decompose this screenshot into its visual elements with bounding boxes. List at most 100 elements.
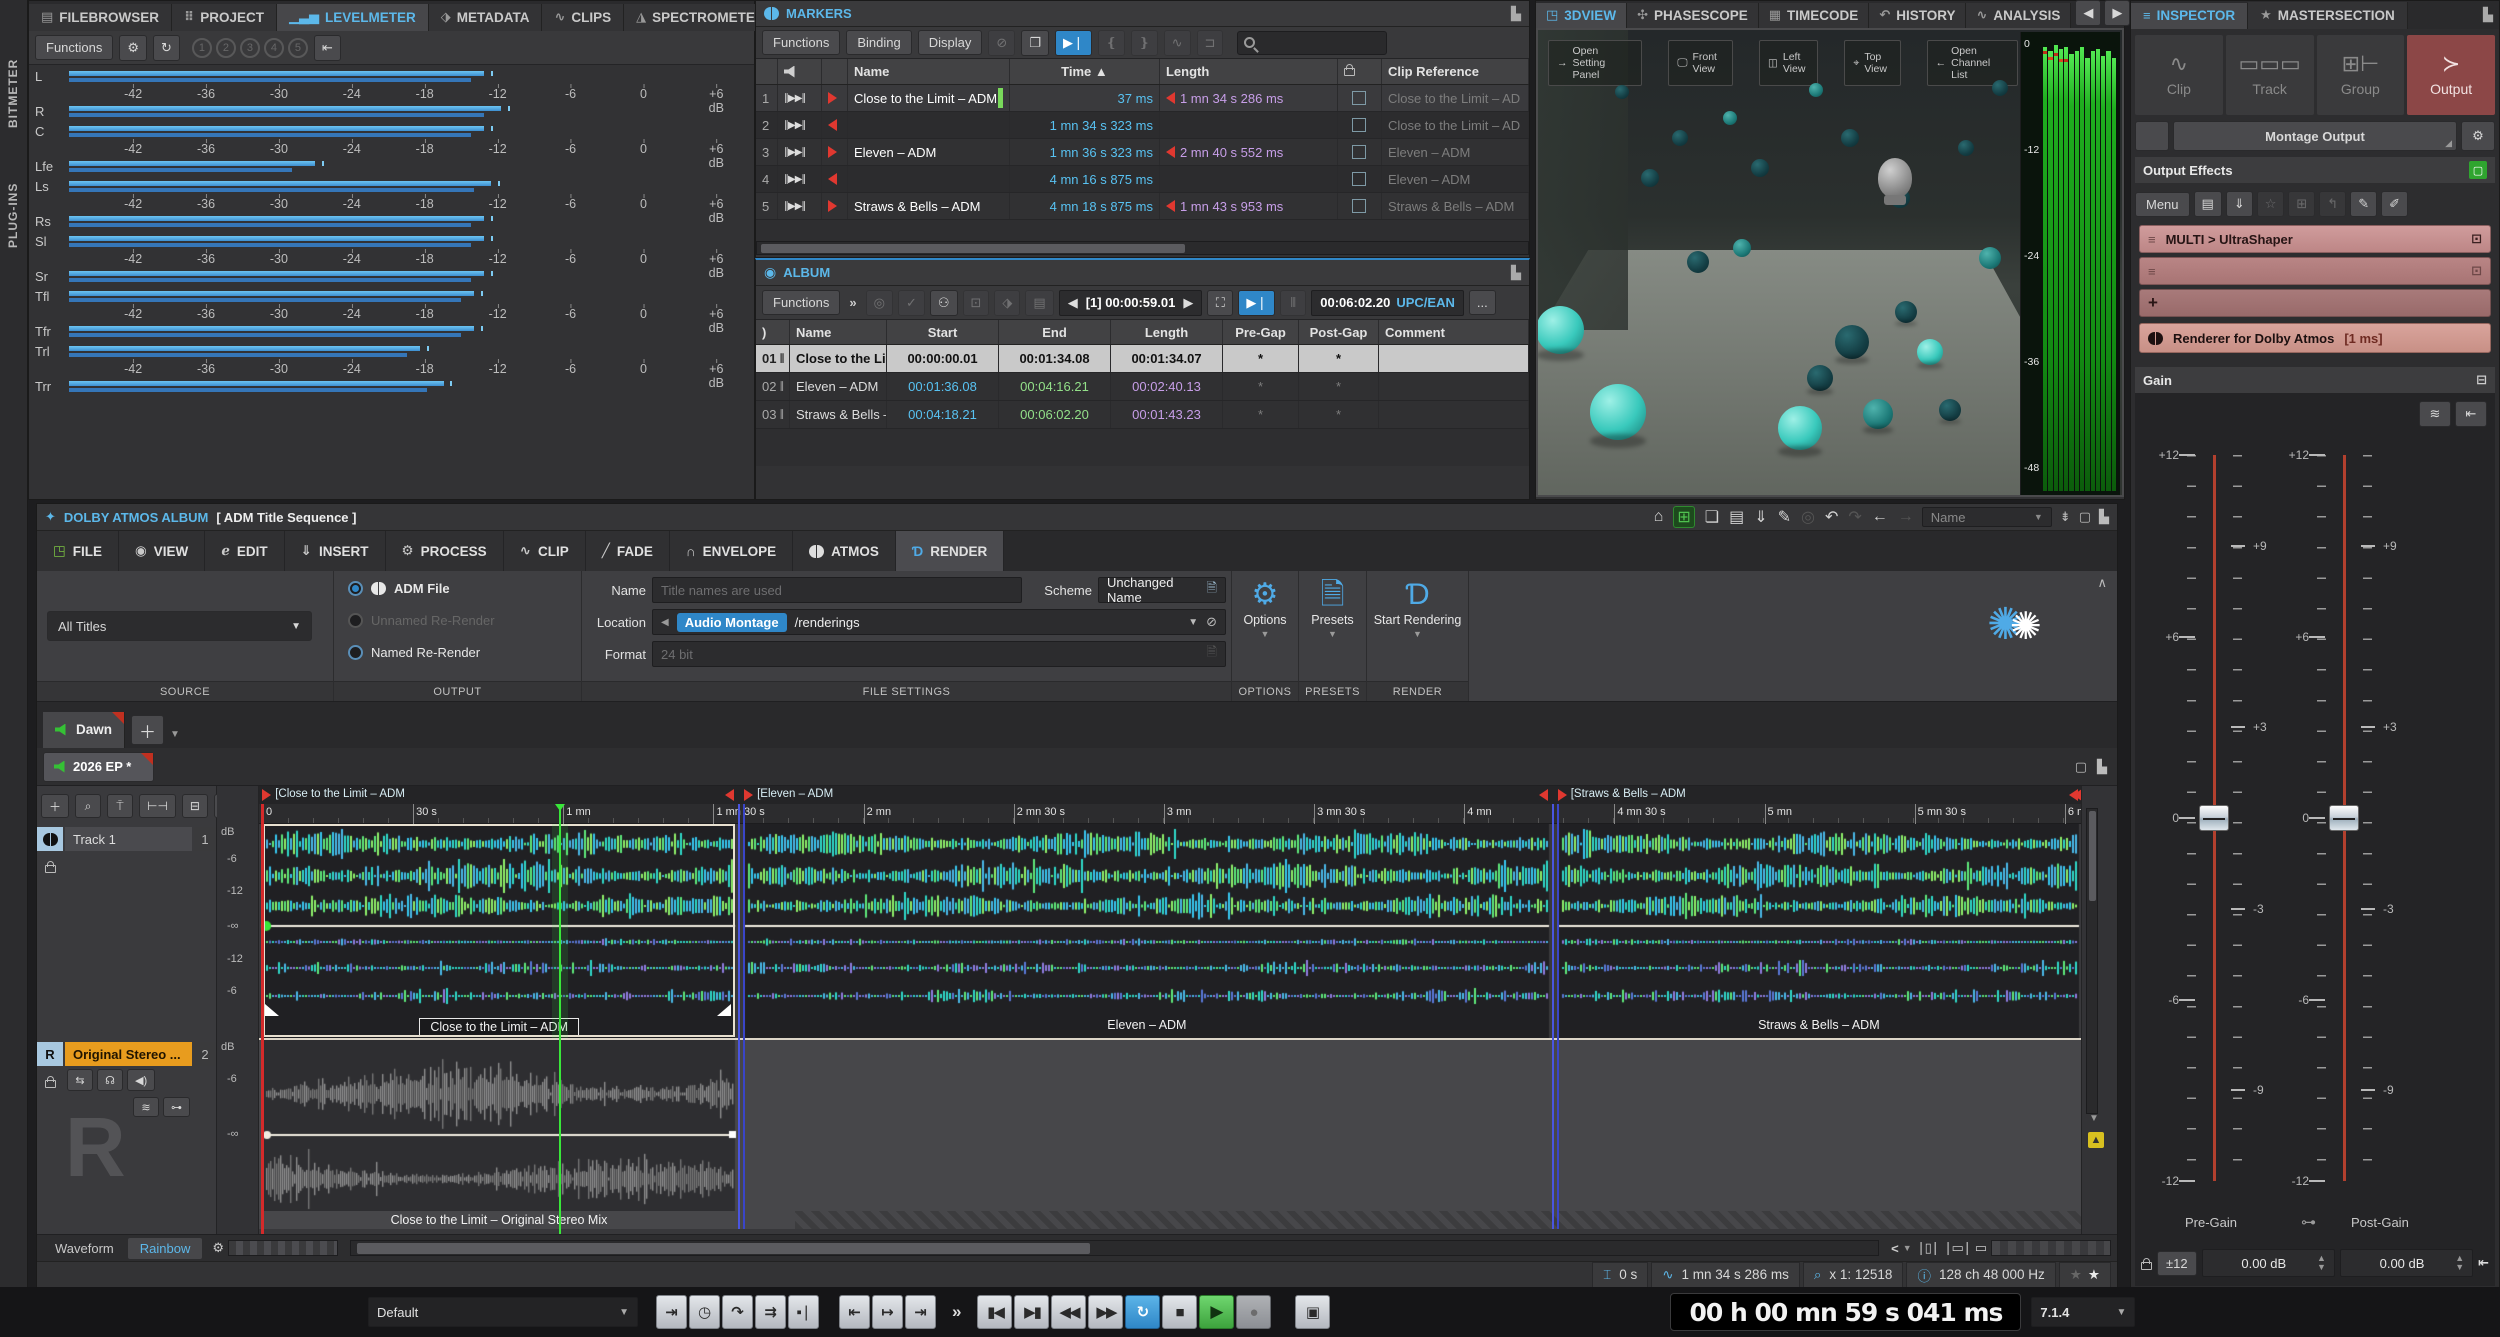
audio-object-sphere[interactable]	[1958, 140, 1974, 156]
playback-context-button[interactable]: ▣	[1295, 1295, 1331, 1329]
inspector-target-track[interactable]: ▭▭▭ Track	[2225, 35, 2314, 115]
add-effect-button[interactable]: +	[2139, 289, 2491, 317]
snap-indicator-icon[interactable]: ▲	[2088, 1132, 2104, 1148]
status-zoom-factor[interactable]: ⌕ x 1: 12518	[1802, 1261, 1904, 1288]
ribbon-tab-atmos[interactable]: ATMOS	[793, 531, 896, 571]
audio-object-sphere[interactable]	[1809, 83, 1823, 97]
tab-clips[interactable]: ∿ CLIPS	[542, 4, 625, 31]
output-option-named-re-render[interactable]: Named Re-Render	[348, 645, 480, 660]
pre-gain-fader[interactable]: +12 +6 0 -6 -12 +9 +3 -3 -9	[2159, 448, 2267, 1188]
audio-object-sphere[interactable]	[1641, 169, 1659, 187]
album-ellipsis-button[interactable]: ...	[1468, 290, 1496, 315]
open-file-icon[interactable]: ▤	[1729, 507, 1744, 527]
album-functions-button[interactable]: Functions	[762, 290, 841, 315]
tab-timecode[interactable]: ▦ TIMECODE	[1758, 3, 1870, 28]
tabs-scroll-left-icon[interactable]: ◀	[2075, 0, 2102, 26]
track2-monitor-icon[interactable]: ☊	[97, 1069, 123, 1091]
track2-name[interactable]: Original Stereo ...	[65, 1042, 192, 1066]
marker-lock-checkbox[interactable]	[1352, 199, 1367, 213]
3d-scene[interactable]: → Open Setting Panel 🖵 Front View ◫ Left View…	[1536, 28, 2124, 497]
markers-layout-icon[interactable]: ▙	[1511, 6, 1521, 22]
clip-start-flag-icon[interactable]	[744, 789, 754, 801]
copy-chain-icon[interactable]: ⊞	[2288, 191, 2316, 217]
album-title-row[interactable]: 01∥Close to the Limit – ADM00:00:00.0100…	[756, 345, 1529, 373]
montage-hscrollbar[interactable]	[350, 1240, 1880, 1256]
tags-icon[interactable]: ⬗	[994, 289, 1021, 316]
audio-object-sphere[interactable]	[1841, 129, 1859, 147]
marker-row[interactable]: 3 ∥▶▶∥ Eleven – ADM 1 mn 36 s 323 ms 2 mn 40…	[756, 139, 1529, 166]
render-presets-button[interactable]: 🗎 Presets ▼	[1299, 579, 1366, 640]
playback-skip-button[interactable]: ⇥	[656, 1295, 687, 1329]
clip-start-flag-icon[interactable]	[1557, 789, 1567, 801]
audio-object-sphere[interactable]	[1979, 247, 2001, 269]
audio-object-sphere[interactable]	[1992, 80, 2008, 96]
add-track-button[interactable]: ＋	[41, 794, 70, 818]
transport-preset-selector[interactable]: Default ▼	[368, 1297, 638, 1327]
effects-menu-button[interactable]: Menu	[2135, 191, 2190, 217]
tab-analysis[interactable]: ∿ ANALYSIS	[1966, 3, 2072, 28]
output-settings-icon[interactable]: ⚙	[2461, 121, 2495, 151]
3dview-open-channel-list-button[interactable]: ← Open Channel List	[1926, 40, 2018, 86]
play-from-anchor-button[interactable]: ⇤	[839, 1295, 870, 1329]
save-preset-icon[interactable]: ⇓	[2225, 191, 2253, 217]
track2-ramp-icon[interactable]: ≋	[133, 1097, 159, 1117]
routing-icon[interactable]: ⊡	[2471, 231, 2482, 247]
stereo-clip-label[interactable]: Close to the Limit – Original Stereo Mix	[263, 1213, 735, 1227]
tab-inspector[interactable]: ≡ INSPECTOR	[2131, 3, 2249, 29]
tab-history[interactable]: ↶ HISTORY	[1869, 3, 1967, 28]
cdtext-icon[interactable]: ⊡	[962, 289, 990, 316]
ribbon-tab-process[interactable]: ⚙ PROCESS	[385, 531, 504, 571]
track1-name[interactable]: Track 1	[65, 827, 192, 851]
wet-dry-icon[interactable]: ✐	[2381, 191, 2409, 217]
tab-levelmeter[interactable]: ▁▃▅ LEVELMETER	[276, 4, 429, 31]
goto-end-button[interactable]: ▶▮	[1014, 1295, 1050, 1329]
audio-object-sphere[interactable]	[1807, 365, 1833, 391]
play-button[interactable]: ▶	[1199, 1295, 1235, 1329]
edit-icon[interactable]: ✎	[2350, 191, 2378, 217]
pregap-icon[interactable]: ⚇	[929, 289, 958, 316]
audio-object-sphere[interactable]	[1863, 399, 1893, 429]
fader-handle[interactable]	[2199, 805, 2229, 831]
montage-layout-icon[interactable]: ▙	[2097, 759, 2107, 775]
fader-handle[interactable]	[2329, 805, 2359, 831]
markers-functions-button[interactable]: Functions	[762, 30, 841, 55]
location-clear-icon[interactable]: ⊘	[1206, 614, 1217, 630]
ribbon-tab-fade[interactable]: ╱ FADE	[585, 531, 670, 571]
transport-more-button[interactable]: »	[952, 1302, 961, 1322]
grid-workspace-icon[interactable]: ⊞	[1673, 506, 1695, 528]
gain-default-icon[interactable]: ⇤	[2478, 1255, 2489, 1271]
save-as-icon[interactable]: ✎	[1778, 507, 1791, 527]
effect-slot-empty[interactable]: ≡ ⊡	[2139, 257, 2491, 285]
track-search-icon[interactable]: ⌕	[75, 794, 102, 818]
ribbon-tab-clip[interactable]: ∿ CLIP	[503, 531, 586, 571]
tab-metadata[interactable]: ⬗ METADATA	[428, 4, 543, 31]
clip-end-flag-icon[interactable]	[1538, 789, 1548, 801]
forward-button[interactable]: ▶▶	[1088, 1295, 1124, 1329]
ribbon-tab-envelope[interactable]: ∩ ENVELOPE	[669, 531, 794, 571]
tab-mastersection[interactable]: ★ MASTERSECTION	[2248, 2, 2408, 29]
focus-title-icon[interactable]: ⛶	[1207, 289, 1234, 316]
post-gain-value[interactable]: 0.00 dB	[2380, 1256, 2425, 1271]
check-album-icon[interactable]: ✓	[897, 289, 925, 316]
quantize-end-icon[interactable]: ❵	[1130, 29, 1158, 56]
audition-icon[interactable]: ⫴	[1280, 289, 1307, 316]
play-selection-button[interactable]: ↦	[872, 1295, 903, 1329]
zoom-gradient-strip[interactable]	[1991, 1240, 2111, 1256]
wave-snap-icon[interactable]: ∿	[1163, 29, 1191, 56]
tab-3dview[interactable]: ◳ 3DVIEW	[1536, 3, 1628, 28]
home-icon[interactable]: ⌂	[1654, 508, 1664, 526]
track-split-icon[interactable]: ⊢⊣	[139, 794, 176, 818]
playback-timer-button[interactable]: ◷	[689, 1295, 720, 1329]
layout-icon[interactable]: ▙	[2099, 509, 2109, 525]
audio-object-sphere[interactable]	[1538, 306, 1584, 354]
report-icon[interactable]: ▤	[1025, 289, 1054, 316]
group-tab-2026-ep[interactable]: 2026 EP *	[43, 751, 155, 782]
open-preset-icon[interactable]: ▤	[2193, 191, 2222, 217]
scroll-down-icon[interactable]: ▼	[2089, 1113, 2099, 1124]
collapse-section-icon[interactable]: ⊟	[2476, 372, 2487, 388]
inspector-target-clip[interactable]: ∿ Clip	[2135, 35, 2223, 115]
tab-filebrowser[interactable]: ▤ FILEBROWSER	[29, 4, 173, 31]
meter-preset-5[interactable]: 5	[287, 37, 308, 58]
goto-start-button[interactable]: ▮◀	[977, 1295, 1013, 1329]
view-tab-rainbow[interactable]: Rainbow	[127, 1237, 203, 1259]
